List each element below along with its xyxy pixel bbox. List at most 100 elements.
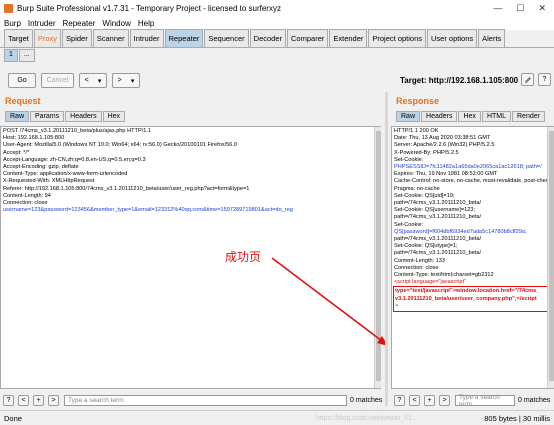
response-heading: Response <box>396 96 440 106</box>
response-matches: 0 matches <box>518 397 551 404</box>
response-search-prev-button[interactable]: < <box>409 395 420 406</box>
response-search-help-button[interactable]: ? <box>394 395 405 406</box>
tab-sequencer[interactable]: Sequencer <box>204 29 249 47</box>
request-line: Accept-Language: zh-CN,zh;q=0.8,en-US;q=… <box>3 156 146 163</box>
request-tab-raw[interactable]: Raw <box>5 111 30 122</box>
close-icon[interactable]: ✕ <box>538 3 546 14</box>
response-line: Cache-Control: no-store, no-cache, must-… <box>394 178 553 185</box>
response-script-line: > <box>395 302 399 309</box>
repeater-tab-new[interactable]: ... <box>18 49 35 62</box>
main-tab-bar: Target Proxy Spider Scanner Intruder Rep… <box>0 29 554 47</box>
tab-scanner[interactable]: Scanner <box>92 29 129 47</box>
response-line: QS[password]=f604dbf6934ed7ada5c14780b8c… <box>394 228 527 235</box>
tab-intruder[interactable]: Intruder <box>129 29 164 47</box>
response-tab-raw[interactable]: Raw <box>396 111 421 122</box>
request-line: Connection: close <box>3 200 48 207</box>
tab-decoder[interactable]: Decoder <box>249 29 287 47</box>
response-script-line: v3.1.20111210_beta/user/user_company.php… <box>395 295 537 302</box>
cancel-button[interactable]: Cancel <box>41 73 74 88</box>
highlight-box: type="text/javascript">window.location.h… <box>393 286 552 313</box>
response-line: Set-Cookie: QS[username]=123; <box>394 207 475 214</box>
go-button[interactable]: Go <box>8 73 36 88</box>
response-scrollbar[interactable] <box>547 127 554 388</box>
response-line: Pragma: no-cache <box>394 185 440 192</box>
repeater-subtabs: 1 ... <box>4 49 35 62</box>
response-script-line: type="text/javascript">window.location.h… <box>395 288 540 295</box>
menu-intruder[interactable]: Intruder <box>28 19 56 28</box>
forward-button[interactable]: > ▾ <box>112 73 140 88</box>
tab-proxy[interactable]: Proxy <box>33 29 62 47</box>
response-search-next-button[interactable]: + <box>424 395 435 406</box>
tab-project-options[interactable]: Project options <box>368 29 427 47</box>
response-search-forward-button[interactable]: > <box>439 395 450 406</box>
response-line: Expires: Thu, 19 Nov 1981 08:52:00 GMT <box>394 171 498 178</box>
forward-arrow-icon: > <box>117 77 122 84</box>
menu-window[interactable]: Window <box>102 19 130 28</box>
request-line: User-Agent: Mozilla/5.0 (Windows NT 10.0… <box>3 142 238 149</box>
response-search-input[interactable]: Type a search term <box>455 394 515 408</box>
response-line: Server: Apache/2.2.6 (Win32) PHP/5.2.5 <box>394 142 495 149</box>
help-button[interactable]: ? <box>538 73 551 86</box>
request-line: POST /74cms_v3.1.20111210_beta/plus/ajax… <box>3 128 152 134</box>
response-line: Date: Thu, 13 Aug 2020 03:38:51 GMT <box>394 135 491 142</box>
menu-repeater[interactable]: Repeater <box>62 19 95 28</box>
request-tabs: Raw Params Headers Hex <box>5 111 126 122</box>
request-tab-params[interactable]: Params <box>30 111 65 122</box>
response-editor[interactable]: HTTP/1.1 200 OK Date: Thu, 13 Aug 2020 0… <box>391 126 554 389</box>
request-tab-hex[interactable]: Hex <box>102 111 126 122</box>
response-line: path=/74cms_v3.1.20111210_beta/ <box>394 250 482 257</box>
tab-repeater[interactable]: Repeater <box>164 29 204 47</box>
menu-help[interactable]: Help <box>138 19 154 28</box>
tab-spider[interactable]: Spider <box>62 29 92 47</box>
burp-logo-icon <box>4 3 13 13</box>
response-scrollbar-thumb[interactable] <box>549 131 554 381</box>
request-search-forward-button[interactable]: > <box>48 395 59 406</box>
annotation-label: 成功页 <box>225 250 262 264</box>
tab-extender[interactable]: Extender <box>329 29 368 47</box>
chevron-down-icon: ▾ <box>130 77 135 85</box>
request-body: username=123&password=123456&member_type… <box>3 207 293 214</box>
window-title: Burp Suite Professional v1.7.31 - Tempor… <box>17 3 281 13</box>
back-arrow-icon: < <box>84 77 89 84</box>
pane-divider[interactable] <box>385 92 388 406</box>
request-line: Referer: http://192.168.1.105:800/74cms_… <box>3 185 250 192</box>
back-button[interactable]: < ▾ <box>79 73 107 88</box>
chevron-down-icon: ▾ <box>97 77 102 85</box>
menu-burp[interactable]: Burp <box>4 19 21 28</box>
response-line: Content-Length: 133 <box>394 257 446 264</box>
repeater-tab-1[interactable]: 1 <box>4 49 18 62</box>
request-search-input[interactable]: Type a search term <box>64 395 347 406</box>
menu-bar: Burp Intruder Repeater Window Help <box>0 16 554 30</box>
watermark: https://blog.csdn.net/weixin_51... <box>316 414 418 422</box>
response-script-line: <script language="javascript" <box>394 279 467 286</box>
tab-target[interactable]: Target <box>4 29 33 47</box>
title-bar: Burp Suite Professional v1.7.31 - Tempor… <box>0 0 554 16</box>
request-search-prev-button[interactable]: < <box>18 395 29 406</box>
response-tab-headers[interactable]: Headers <box>421 111 458 122</box>
request-search-next-button[interactable]: + <box>33 395 44 406</box>
request-matches: 0 matches <box>350 397 383 404</box>
maximize-icon[interactable]: ☐ <box>516 3 524 14</box>
response-line: Content-Type: text/html;charset=gb2312 <box>394 272 494 279</box>
request-line: Accept-Encoding: gzip, deflate <box>3 164 79 171</box>
annotation-arrow-icon <box>271 257 388 346</box>
minimize-icon[interactable]: — <box>493 3 502 13</box>
request-line: X-Requested-With: XMLHttpRequest <box>3 178 95 185</box>
edit-target-button[interactable] <box>521 73 534 86</box>
pencil-icon <box>524 76 531 83</box>
tab-user-options[interactable]: User options <box>427 29 478 47</box>
response-line: Set-Cookie: QS[utype]=1; <box>394 243 458 250</box>
response-line: HTTP/1.1 200 OK <box>394 128 439 134</box>
response-tab-hex[interactable]: Hex <box>458 111 481 122</box>
tab-comparer[interactable]: Comparer <box>287 29 329 47</box>
request-search-help-button[interactable]: ? <box>3 395 14 406</box>
response-tabs: Raw Headers Hex HTML Render <box>396 111 545 122</box>
request-tab-headers[interactable]: Headers <box>65 111 102 122</box>
response-line: Set-Cookie: QS[uid]=19; <box>394 192 455 199</box>
response-tab-html[interactable]: HTML <box>481 111 511 122</box>
response-line: Set-Cookie: <box>394 221 424 228</box>
request-line: Accept: */* <box>3 149 30 156</box>
response-tab-render[interactable]: Render <box>512 111 545 122</box>
tab-alerts[interactable]: Alerts <box>478 29 506 47</box>
response-line: X-Powered-By: PHP/5.2.5 <box>394 149 459 156</box>
